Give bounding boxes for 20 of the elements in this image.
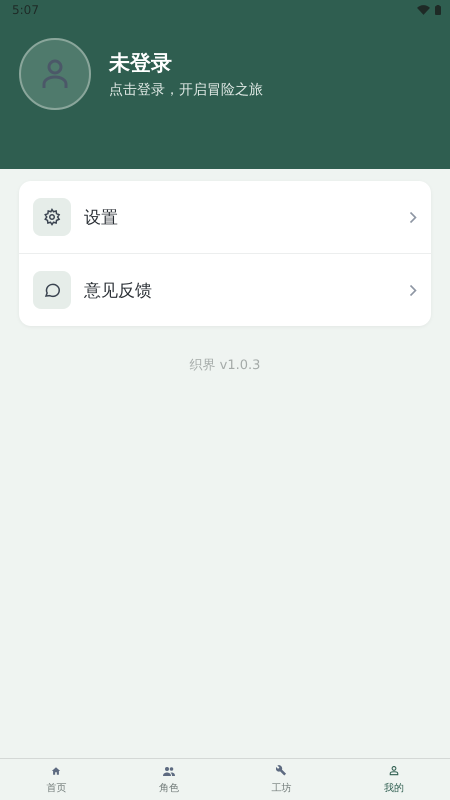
chevron-right-icon: [409, 284, 417, 296]
battery-icon: [435, 5, 441, 15]
home-icon: [51, 766, 62, 776]
settings-icon: [43, 208, 61, 226]
chat-bubble-icon: [43, 281, 61, 299]
user-icon: [42, 59, 68, 89]
chevron-right-icon: [409, 210, 417, 224]
tab[interactable]: 我的: [338, 759, 450, 800]
wifi-icon: [417, 5, 430, 15]
wrench-icon: [276, 765, 287, 776]
tab[interactable]: 首页: [0, 759, 112, 800]
tab[interactable]: 工坊: [225, 759, 338, 800]
user-icon: [388, 765, 399, 776]
menu-item[interactable]: 意见反馈: [19, 253, 431, 326]
login-status[interactable]: 未登录: [109, 49, 263, 77]
menu-item[interactable]: 设置: [19, 181, 431, 253]
people-icon: [162, 766, 175, 776]
login-prompt[interactable]: 点击登录，开启冒险之旅: [109, 81, 263, 99]
tab[interactable]: 角色: [112, 759, 225, 800]
version-text: 织界 v1.0.3: [188, 357, 262, 374]
